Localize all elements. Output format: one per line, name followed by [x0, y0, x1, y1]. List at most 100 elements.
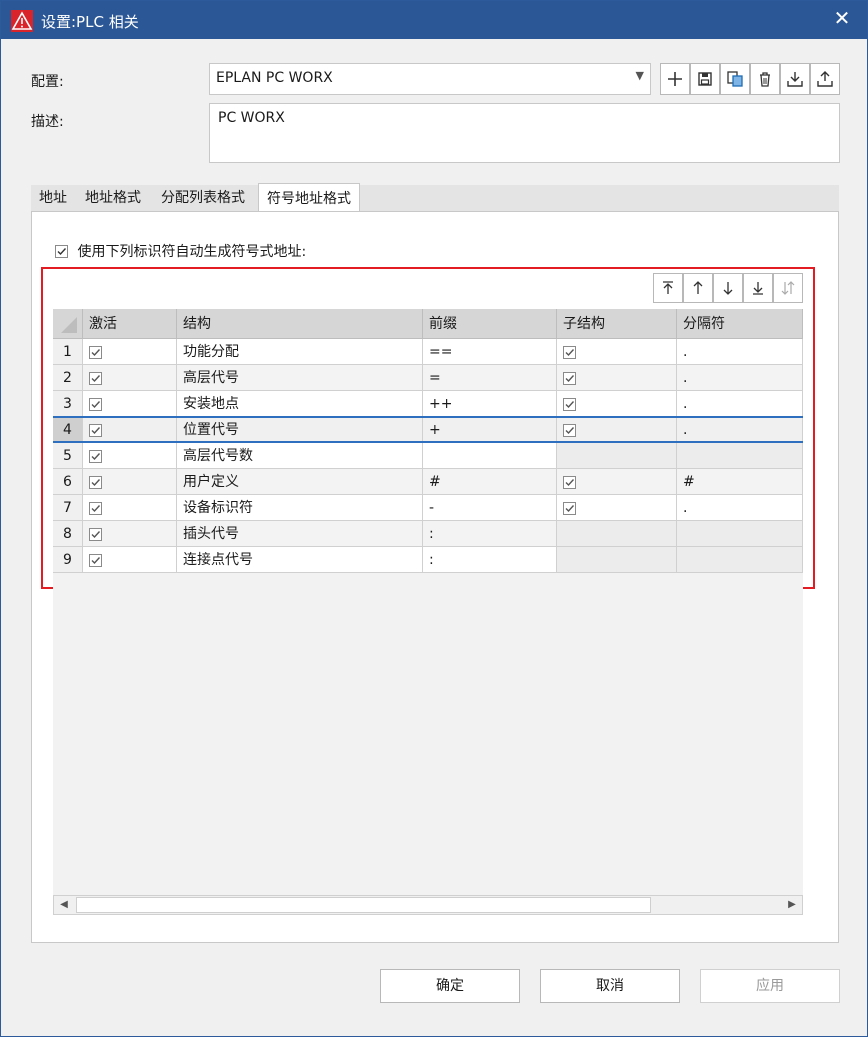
- substructure-cell[interactable]: [557, 339, 677, 365]
- row-number[interactable]: 7: [53, 495, 83, 521]
- substructure-cell[interactable]: [557, 365, 677, 391]
- active-cell[interactable]: [83, 391, 177, 417]
- row-number[interactable]: 5: [53, 443, 83, 469]
- substructure-checkbox[interactable]: [563, 475, 576, 489]
- active-checkbox[interactable]: [89, 553, 102, 567]
- active-checkbox[interactable]: [89, 501, 102, 515]
- row-number[interactable]: 2: [53, 365, 83, 391]
- active-cell[interactable]: [83, 443, 177, 469]
- structure-cell[interactable]: 设备标识符: [177, 495, 423, 521]
- row-number[interactable]: 3: [53, 391, 83, 417]
- move-top-button[interactable]: [653, 273, 683, 303]
- tab-address[interactable]: 地址: [31, 185, 75, 211]
- active-checkbox[interactable]: [89, 475, 102, 489]
- prefix-cell[interactable]: #: [423, 469, 557, 495]
- active-cell[interactable]: [83, 469, 177, 495]
- dropdown-arrow-icon[interactable]: ▼: [636, 69, 644, 82]
- select-all-corner[interactable]: [53, 309, 83, 339]
- active-cell[interactable]: [83, 547, 177, 573]
- move-bottom-button[interactable]: [743, 273, 773, 303]
- substructure-checkbox[interactable]: [563, 501, 576, 515]
- save-config-button[interactable]: [690, 63, 720, 95]
- description-field[interactable]: PC WORX: [209, 103, 840, 163]
- close-icon[interactable]: ✕: [827, 5, 857, 31]
- tab-address-format[interactable]: 地址格式: [77, 185, 149, 211]
- structure-cell[interactable]: 功能分配: [177, 339, 423, 365]
- separator-cell[interactable]: [677, 521, 803, 547]
- active-checkbox[interactable]: [89, 397, 102, 411]
- autogen-checkbox[interactable]: [55, 244, 68, 258]
- substructure-checkbox[interactable]: [563, 423, 576, 437]
- move-down-button[interactable]: [713, 273, 743, 303]
- prefix-cell[interactable]: ==: [423, 339, 557, 365]
- row-number[interactable]: 4: [53, 417, 83, 443]
- active-checkbox[interactable]: [89, 449, 102, 463]
- prefix-cell[interactable]: [423, 443, 557, 469]
- tab-symbolic-address-format[interactable]: 符号地址格式: [258, 183, 360, 211]
- separator-cell[interactable]: .: [677, 417, 803, 443]
- separator-cell[interactable]: #: [677, 469, 803, 495]
- col-header-structure[interactable]: 结构: [177, 309, 423, 339]
- col-header-separator[interactable]: 分隔符: [677, 309, 803, 339]
- move-up-button[interactable]: [683, 273, 713, 303]
- structure-cell[interactable]: 位置代号: [177, 417, 423, 443]
- new-config-button[interactable]: [660, 63, 690, 95]
- structure-cell[interactable]: 高层代号数: [177, 443, 423, 469]
- substructure-cell[interactable]: [557, 391, 677, 417]
- substructure-cell[interactable]: [557, 443, 677, 469]
- substructure-checkbox[interactable]: [563, 397, 576, 411]
- active-checkbox[interactable]: [89, 423, 102, 437]
- row-number[interactable]: 6: [53, 469, 83, 495]
- substructure-cell[interactable]: [557, 495, 677, 521]
- config-select[interactable]: EPLAN PC WORX ▼: [209, 63, 651, 95]
- active-checkbox[interactable]: [89, 345, 102, 359]
- active-cell[interactable]: [83, 495, 177, 521]
- prefix-cell[interactable]: :: [423, 547, 557, 573]
- structure-cell[interactable]: 用户定义: [177, 469, 423, 495]
- active-cell[interactable]: [83, 417, 177, 443]
- ok-button[interactable]: 确定: [380, 969, 520, 1003]
- structure-cell[interactable]: 插头代号: [177, 521, 423, 547]
- structure-cell[interactable]: 高层代号: [177, 365, 423, 391]
- delete-config-button[interactable]: [750, 63, 780, 95]
- substructure-cell[interactable]: [557, 417, 677, 443]
- prefix-cell[interactable]: +: [423, 417, 557, 443]
- horizontal-scrollbar[interactable]: ◀ ▶: [53, 895, 803, 915]
- substructure-checkbox[interactable]: [563, 371, 576, 385]
- active-checkbox[interactable]: [89, 371, 102, 385]
- row-number[interactable]: 9: [53, 547, 83, 573]
- active-checkbox[interactable]: [89, 527, 102, 541]
- scroll-thumb[interactable]: [76, 897, 651, 913]
- col-header-substructure[interactable]: 子结构: [557, 309, 677, 339]
- substructure-cell[interactable]: [557, 521, 677, 547]
- active-cell[interactable]: [83, 365, 177, 391]
- separator-cell[interactable]: .: [677, 339, 803, 365]
- autogen-option[interactable]: 使用下列标识符自动生成符号式地址:: [55, 241, 306, 261]
- active-cell[interactable]: [83, 339, 177, 365]
- separator-cell[interactable]: .: [677, 365, 803, 391]
- structure-cell[interactable]: 安装地点: [177, 391, 423, 417]
- prefix-cell[interactable]: ++: [423, 391, 557, 417]
- apply-button[interactable]: 应用: [700, 969, 840, 1003]
- substructure-cell[interactable]: [557, 547, 677, 573]
- prefix-cell[interactable]: =: [423, 365, 557, 391]
- separator-cell[interactable]: [677, 547, 803, 573]
- separator-cell[interactable]: .: [677, 495, 803, 521]
- substructure-cell[interactable]: [557, 469, 677, 495]
- cancel-button[interactable]: 取消: [540, 969, 680, 1003]
- scroll-left-icon[interactable]: ◀: [54, 896, 74, 914]
- structure-cell[interactable]: 连接点代号: [177, 547, 423, 573]
- active-cell[interactable]: [83, 521, 177, 547]
- row-number[interactable]: 1: [53, 339, 83, 365]
- prefix-cell[interactable]: -: [423, 495, 557, 521]
- substructure-checkbox[interactable]: [563, 345, 576, 359]
- export-config-button[interactable]: [810, 63, 840, 95]
- col-header-active[interactable]: 激活: [83, 309, 177, 339]
- copy-config-button[interactable]: [720, 63, 750, 95]
- prefix-cell[interactable]: :: [423, 521, 557, 547]
- scroll-right-icon[interactable]: ▶: [782, 896, 802, 914]
- import-config-button[interactable]: [780, 63, 810, 95]
- tab-assignment-list-format[interactable]: 分配列表格式: [153, 185, 253, 211]
- col-header-prefix[interactable]: 前缀: [423, 309, 557, 339]
- sort-button[interactable]: [773, 273, 803, 303]
